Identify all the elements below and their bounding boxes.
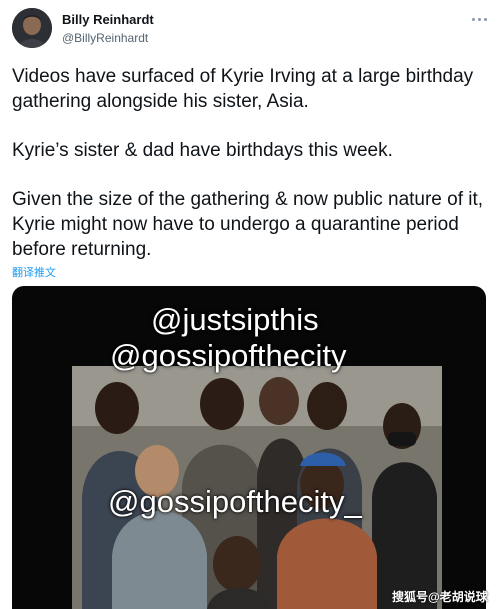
- tweet-media-video[interactable]: @justsipthis @gossipofthecity @gossipoft…: [12, 286, 486, 609]
- author-avatar[interactable]: [12, 8, 52, 48]
- watermark: 搜狐号@老胡说球: [392, 590, 488, 604]
- media-overlay-text: @justsipthis: [151, 302, 319, 337]
- tweet-paragraph: Given the size of the gathering & now pu…: [12, 189, 484, 260]
- author-name[interactable]: Billy Reinhardt: [62, 12, 154, 27]
- author-handle[interactable]: @BillyReinhardt: [62, 31, 148, 45]
- tweet-card: Billy Reinhardt @BillyReinhardt Videos h…: [0, 0, 499, 609]
- media-overlay-text: @gossipofthecity_: [108, 484, 362, 519]
- translate-tweet-link[interactable]: 翻译推文: [12, 264, 56, 280]
- media-overlay-text: @gossipofthecity: [110, 338, 347, 373]
- tweet-text: Videos have surfaced of Kyrie Irving at …: [12, 64, 492, 262]
- tweet-paragraph: Videos have surfaced of Kyrie Irving at …: [12, 66, 474, 112]
- more-options-icon[interactable]: [468, 11, 490, 27]
- tweet-paragraph: Kyrie’s sister & dad have birthdays this…: [12, 140, 393, 161]
